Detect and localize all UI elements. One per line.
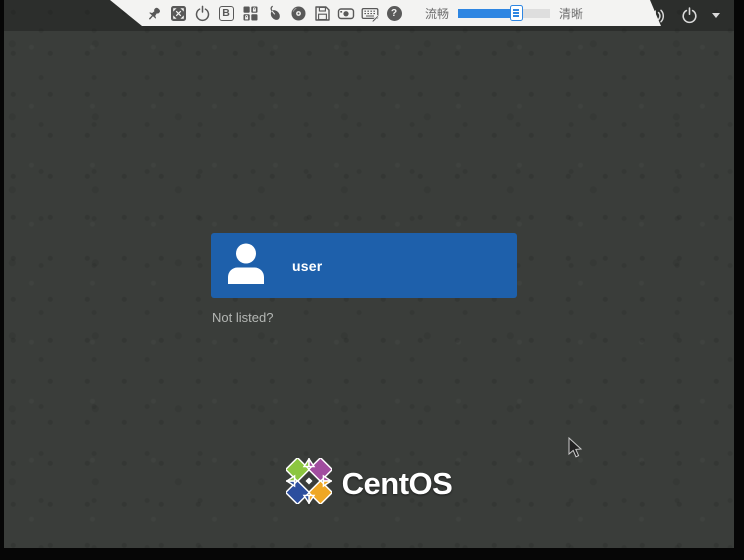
- not-listed-link[interactable]: Not listed?: [212, 310, 273, 325]
- letterbox-right: [734, 0, 744, 560]
- centos-logo-mark-icon: [286, 458, 332, 509]
- menu-chevron-icon[interactable]: [712, 13, 720, 18]
- fullscreen-icon[interactable]: [169, 4, 187, 22]
- letterbox-left: [0, 0, 4, 560]
- quality-label-sharp: 清晰: [559, 5, 583, 22]
- user-tile-label: user: [292, 258, 322, 274]
- letterbox-bottom: [0, 548, 744, 560]
- viewer-toolbar: B: [106, 0, 662, 26]
- power-icon[interactable]: [193, 4, 211, 22]
- screen-record-icon[interactable]: [337, 4, 355, 22]
- gdm-status-area: [647, 0, 720, 31]
- virtual-keyboard-icon[interactable]: [361, 4, 379, 22]
- quality-slider-track[interactable]: [458, 9, 550, 18]
- key-combo-icon[interactable]: [241, 4, 259, 22]
- pin-icon[interactable]: [145, 4, 163, 22]
- boot-b-icon[interactable]: B: [217, 4, 235, 22]
- quality-slider: 流畅 清晰: [425, 5, 583, 22]
- quality-label-smooth: 流畅: [425, 5, 449, 22]
- power-icon[interactable]: [681, 7, 698, 24]
- help-icon[interactable]: ?: [385, 4, 403, 22]
- quality-slider-handle[interactable]: [510, 5, 523, 21]
- user-tile[interactable]: user: [211, 233, 517, 298]
- centos-wordmark: CentOS: [342, 466, 453, 502]
- quality-slider-fill: [458, 9, 517, 18]
- remote-desktop-screen: user Not listed?: [4, 0, 734, 548]
- viewer-window: user Not listed?: [0, 0, 744, 560]
- user-avatar-icon: [224, 242, 268, 289]
- mouse-icon[interactable]: [265, 4, 283, 22]
- disc-icon[interactable]: [289, 4, 307, 22]
- centos-logo: CentOS: [4, 458, 734, 509]
- floppy-save-icon[interactable]: [313, 4, 331, 22]
